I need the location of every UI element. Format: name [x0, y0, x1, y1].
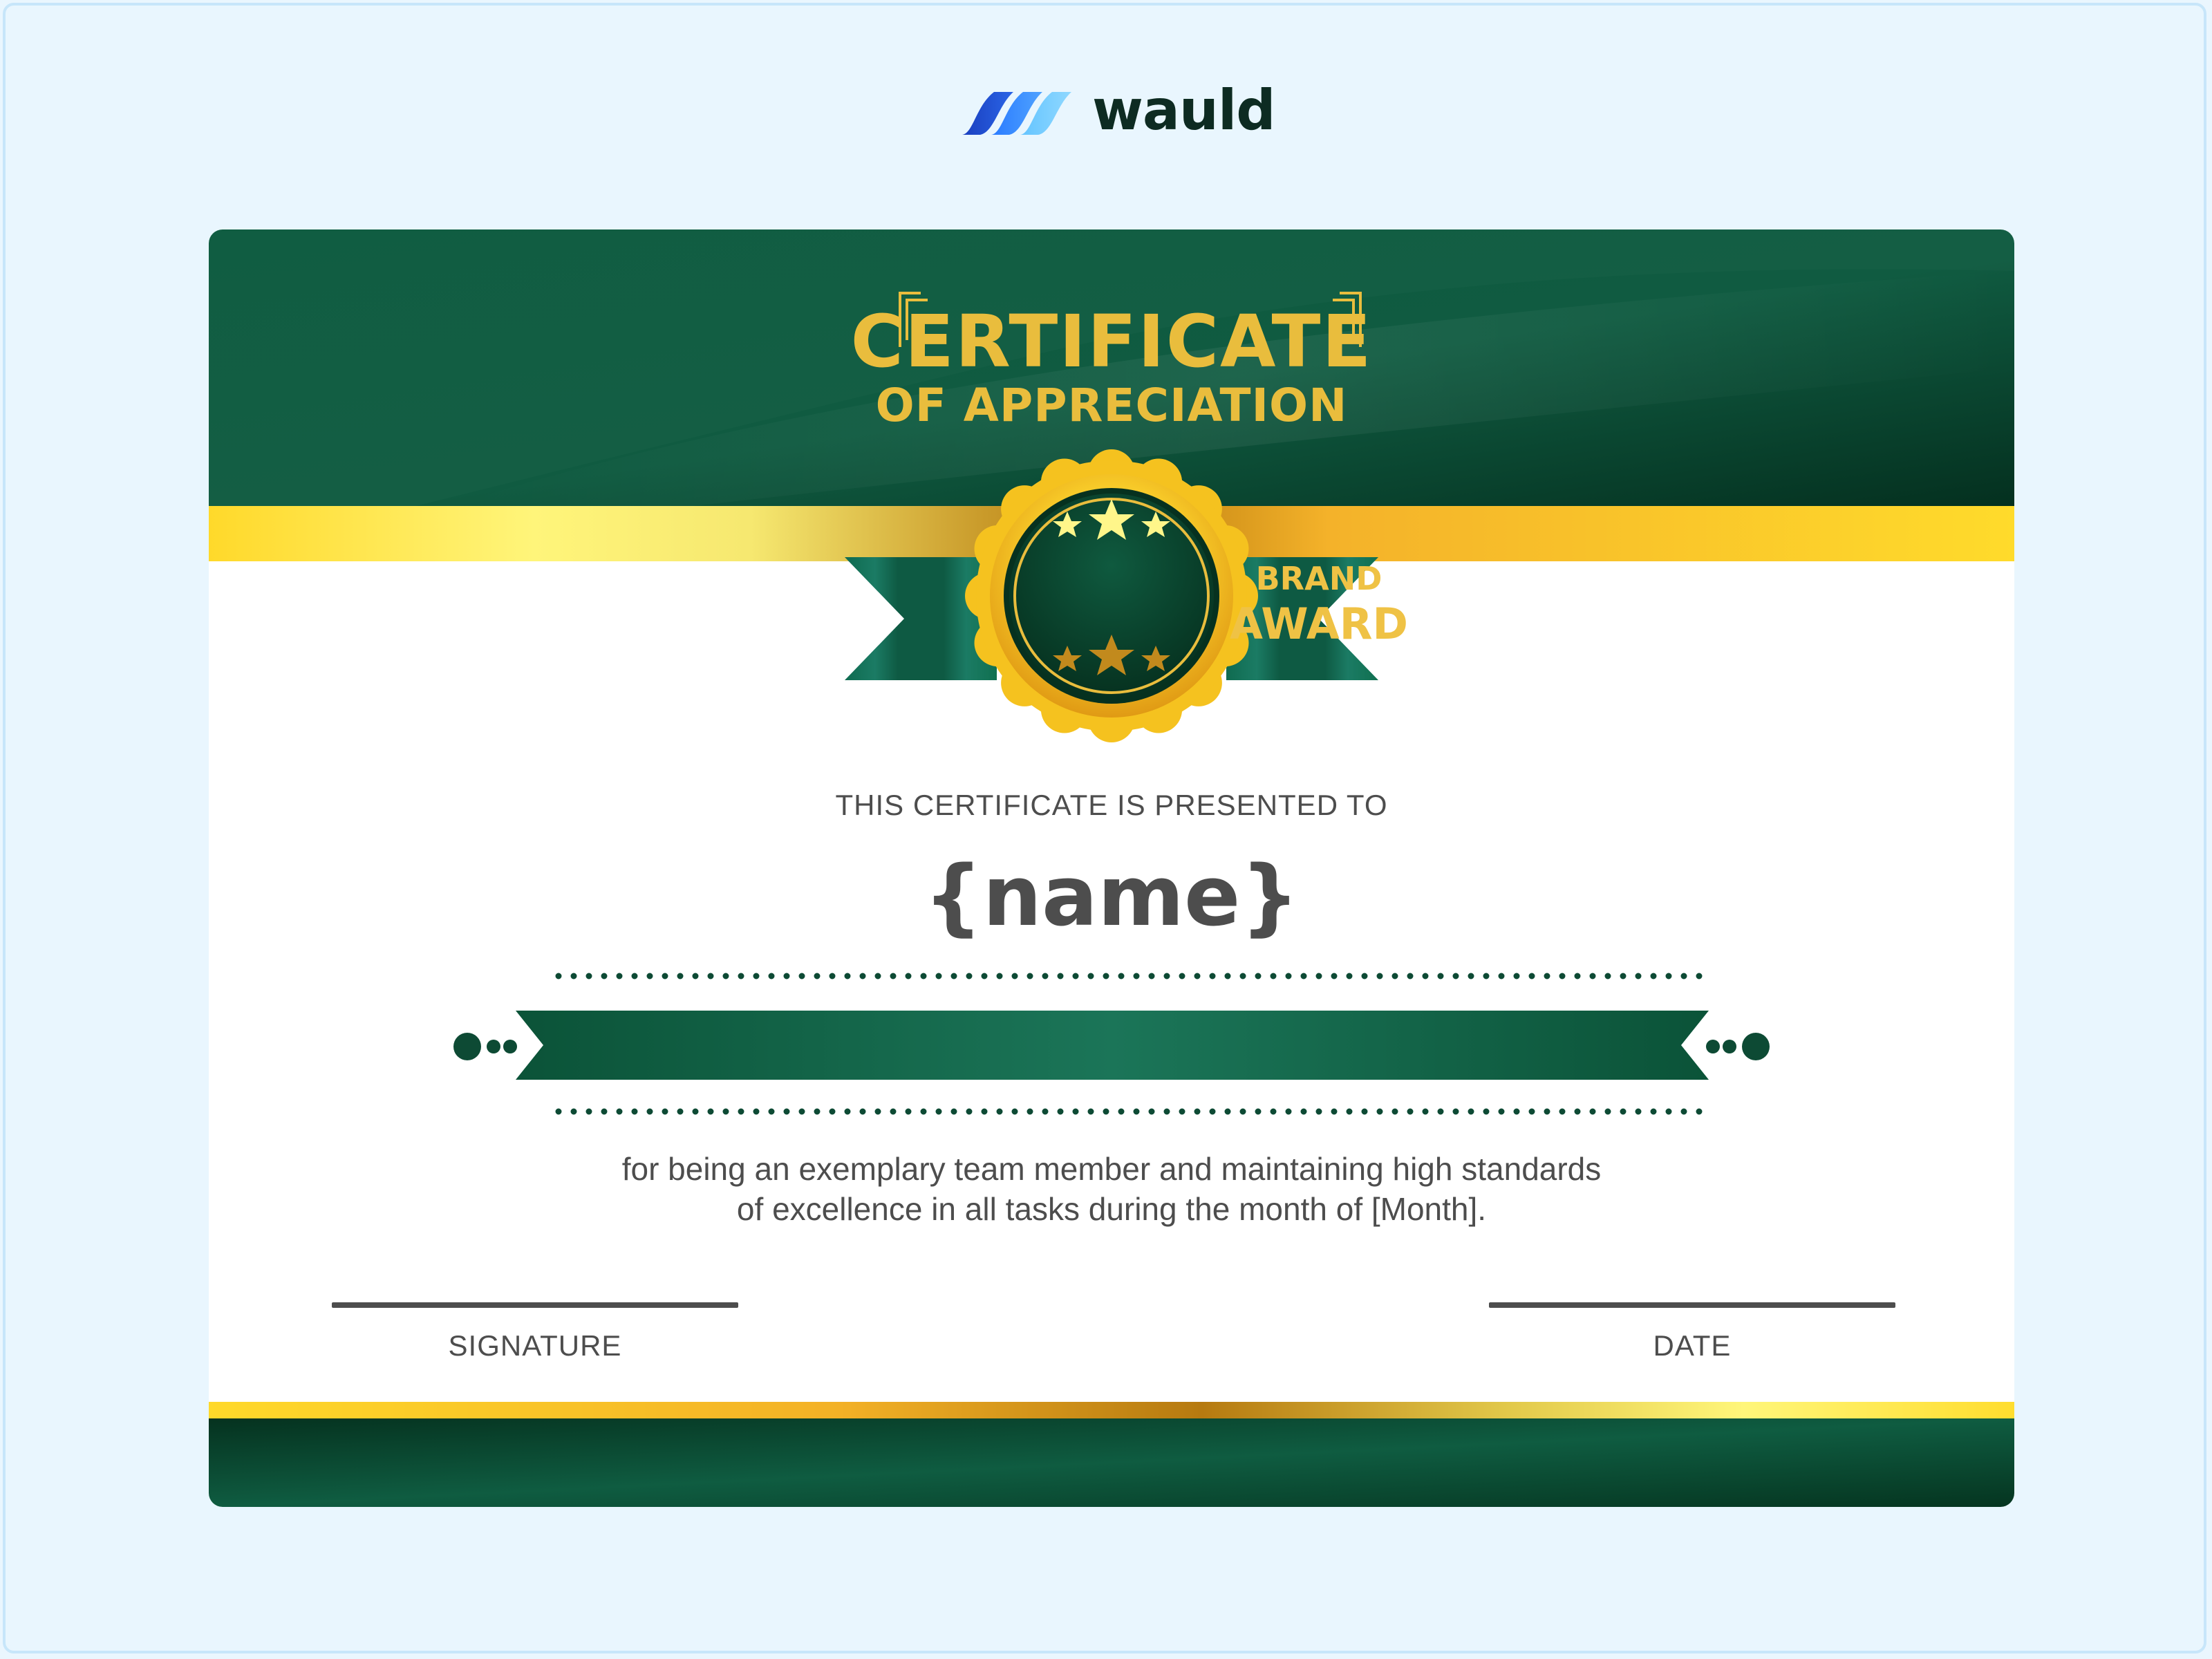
- gold-band-bottom: [209, 1402, 2014, 1418]
- description-line-2: of excellence in all tasks during the mo…: [736, 1191, 1487, 1227]
- award-seal-icon: [965, 449, 1258, 742]
- certificate-description: for being an exemplary team member and m…: [554, 1149, 1669, 1229]
- description-line-1: for being an exemplary team member and m…: [621, 1151, 1602, 1187]
- date-line: [1489, 1302, 1895, 1308]
- banner-dots-left: [453, 1033, 517, 1060]
- page-background: wauld CERTIFICATE OF APPRECIATION BRAND …: [3, 3, 2206, 1653]
- banner-dots-right: [1706, 1033, 1770, 1060]
- recipient-name: {name}: [924, 849, 1300, 945]
- certificate: CERTIFICATE OF APPRECIATION BRAND AWARD …: [209, 229, 2014, 1507]
- presented-to-label: THIS CERTIFICATE IS PRESENTED TO: [835, 789, 1388, 821]
- date-label: DATE: [1653, 1329, 1732, 1362]
- footer-band: [209, 1418, 2014, 1507]
- brand-name: wauld: [1092, 78, 1276, 142]
- certificate-title: CERTIFICATE: [850, 299, 1373, 384]
- brand-logo: wauld: [959, 78, 1276, 144]
- signature-line: [332, 1302, 738, 1308]
- badge-label-line2: AWARD: [1230, 599, 1408, 649]
- wauld-wave-icon: [962, 92, 1071, 135]
- name-banner: [516, 1011, 1709, 1080]
- badge-label-line1: BRAND: [1255, 560, 1382, 597]
- certificate-subtitle: OF APPRECIATION: [875, 379, 1348, 432]
- signature-label: SIGNATURE: [448, 1329, 622, 1362]
